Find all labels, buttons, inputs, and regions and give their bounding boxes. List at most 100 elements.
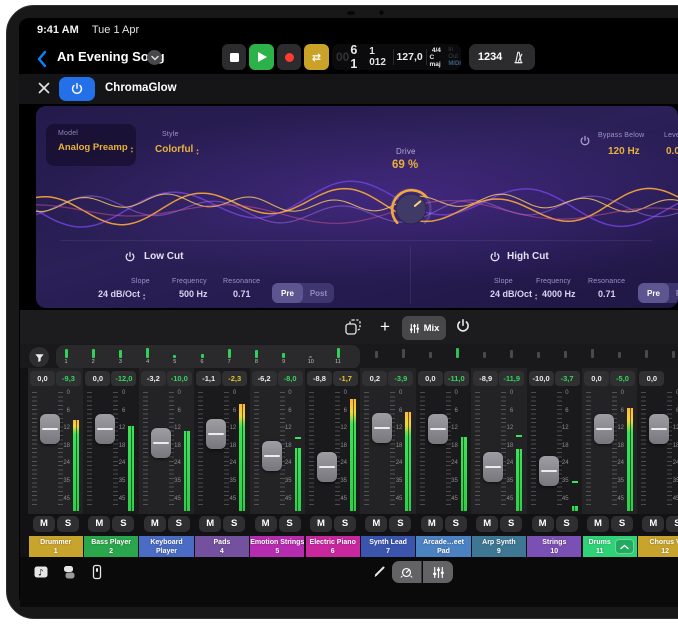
track-name[interactable]: Arcade…eet Pad8: [416, 536, 470, 557]
track-name[interactable]: Strings10: [527, 536, 581, 557]
volume-readout[interactable]: -8,8: [307, 371, 332, 386]
volume-readout[interactable]: 0,0: [30, 371, 55, 386]
lcd-display[interactable]: 00 6 1 1 012 127,0 4/4 C maj In Out MIDI: [332, 44, 461, 70]
lowcut-pre[interactable]: Pre: [272, 283, 303, 303]
count-in-button[interactable]: 1234: [478, 51, 502, 63]
solo-button[interactable]: S: [389, 516, 411, 532]
mute-button[interactable]: M: [642, 516, 664, 532]
mute-button[interactable]: M: [365, 516, 387, 532]
solo-button[interactable]: S: [500, 516, 522, 532]
filter-button[interactable]: [29, 347, 49, 367]
fader-handle[interactable]: [40, 414, 60, 444]
track-name[interactable]: Arp Synth9: [472, 536, 526, 557]
lowcut-freq-value[interactable]: 500 Hz: [179, 289, 208, 299]
back-button[interactable]: [35, 50, 49, 68]
collapse-button[interactable]: [615, 539, 634, 554]
lowcut-slope-value[interactable]: 24 dB/Oct▴▾: [98, 289, 145, 301]
lowcut-res-value[interactable]: 0.71: [233, 289, 251, 299]
mute-button[interactable]: M: [587, 516, 609, 532]
track-name[interactable]: Emotion Strings5: [250, 536, 304, 557]
fader-handle[interactable]: [262, 441, 282, 471]
solo-button[interactable]: S: [445, 516, 467, 532]
model-selector[interactable]: Model Analog Preamp▴▾: [46, 124, 136, 166]
edit-button[interactable]: [372, 563, 388, 579]
track-overview-window[interactable]: [56, 345, 360, 369]
volume-readout[interactable]: 0,0: [584, 371, 609, 386]
volume-readout[interactable]: -3,2: [141, 371, 166, 386]
mute-button[interactable]: M: [88, 516, 110, 532]
style-selector[interactable]: Colorful▴▾: [155, 144, 199, 156]
faders-button[interactable]: [423, 561, 453, 583]
volume-readout[interactable]: -6,2: [252, 371, 277, 386]
highcut-res-value[interactable]: 0.71: [598, 289, 616, 299]
volume-readout[interactable]: 0,0: [639, 371, 664, 386]
solo-button[interactable]: S: [57, 516, 79, 532]
mute-button[interactable]: M: [199, 516, 221, 532]
lowcut-power-button[interactable]: [124, 251, 136, 263]
track-name[interactable]: Electric Piano6: [306, 536, 360, 557]
fader-handle[interactable]: [372, 413, 392, 443]
fader-handle[interactable]: [649, 414, 669, 444]
solo-button[interactable]: S: [334, 516, 356, 532]
mute-button[interactable]: M: [144, 516, 166, 532]
fader-handle[interactable]: [428, 414, 448, 444]
highcut-slope-value[interactable]: 24 dB/Oct▴▾: [490, 289, 537, 301]
track-name[interactable]: Bass Player2: [84, 536, 138, 557]
drive-knob[interactable]: [388, 186, 434, 232]
browser-button[interactable]: ♪: [32, 563, 50, 581]
mute-button[interactable]: M: [33, 516, 55, 532]
volume-readout[interactable]: -1,1: [196, 371, 221, 386]
controls-button[interactable]: [392, 561, 422, 583]
fader-handle[interactable]: [483, 452, 503, 482]
add-button[interactable]: +: [375, 315, 395, 339]
highcut-power-button[interactable]: [489, 251, 501, 263]
mute-button[interactable]: M: [255, 516, 277, 532]
track-name[interactable]: Synth Lead7: [361, 536, 415, 557]
volume-readout[interactable]: 0,0: [85, 371, 110, 386]
mute-button[interactable]: M: [310, 516, 332, 532]
track-name[interactable]: Keyboard Player3: [139, 536, 193, 557]
loops-button[interactable]: [60, 563, 78, 581]
song-menu-button[interactable]: [147, 50, 162, 65]
mute-button[interactable]: M: [532, 516, 554, 532]
duplicate-button[interactable]: [343, 317, 365, 337]
fader-handle[interactable]: [206, 419, 226, 449]
bypass-power-button[interactable]: [579, 135, 591, 147]
track-name[interactable]: Pads4: [195, 536, 249, 557]
highcut-post[interactable]: Post: [669, 283, 678, 303]
plugins-button[interactable]: [88, 563, 106, 581]
lowcut-post[interactable]: Post: [303, 283, 334, 303]
mute-button[interactable]: M: [476, 516, 498, 532]
solo-button[interactable]: S: [223, 516, 245, 532]
highcut-prepost-segment[interactable]: Pre Post: [638, 283, 678, 303]
solo-button[interactable]: S: [611, 516, 633, 532]
cycle-button[interactable]: ⇄: [304, 44, 329, 70]
plugin-power-button[interactable]: [59, 77, 95, 101]
track-name[interactable]: Drummer1: [29, 536, 83, 557]
highcut-pre[interactable]: Pre: [638, 283, 669, 303]
solo-button[interactable]: S: [556, 516, 578, 532]
mixer-power-button[interactable]: [455, 318, 473, 336]
solo-button[interactable]: S: [168, 516, 190, 532]
record-button[interactable]: [277, 44, 301, 70]
fader-handle[interactable]: [95, 414, 115, 444]
volume-readout[interactable]: 0,2: [362, 371, 387, 386]
solo-button[interactable]: S: [279, 516, 301, 532]
solo-button[interactable]: S: [112, 516, 134, 532]
mix-button[interactable]: Mix: [402, 316, 446, 340]
metronome-icon[interactable]: [511, 50, 526, 65]
volume-readout[interactable]: -10,0: [529, 371, 554, 386]
fader-handle[interactable]: [594, 414, 614, 444]
mute-button[interactable]: M: [421, 516, 443, 532]
track-name[interactable]: Chorus V12: [638, 536, 678, 557]
stop-button[interactable]: [222, 44, 246, 70]
close-plugin-button[interactable]: [37, 81, 51, 95]
play-button[interactable]: [249, 44, 274, 70]
solo-button[interactable]: S: [666, 516, 678, 532]
bypass-value[interactable]: 120 Hz: [608, 146, 640, 157]
highcut-freq-value[interactable]: 4000 Hz: [542, 289, 576, 299]
lowcut-prepost-segment[interactable]: Pre Post: [272, 283, 334, 303]
volume-readout[interactable]: 0,0: [418, 371, 443, 386]
fader-handle[interactable]: [317, 452, 337, 482]
volume-readout[interactable]: -8,9: [473, 371, 498, 386]
